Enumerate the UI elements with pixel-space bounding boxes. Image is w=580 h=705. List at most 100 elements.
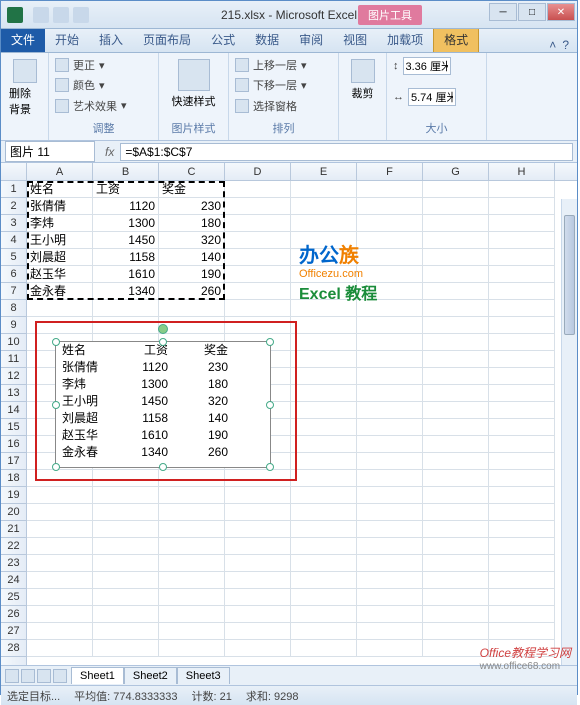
cell[interactable] <box>489 606 555 623</box>
cell[interactable] <box>225 300 291 317</box>
row-header[interactable]: 2 <box>1 198 26 215</box>
cell[interactable] <box>225 487 291 504</box>
save-icon[interactable] <box>33 7 49 23</box>
resize-handle-se[interactable] <box>266 463 274 471</box>
cell[interactable]: 1450 <box>93 232 159 249</box>
cell[interactable] <box>225 181 291 198</box>
width-input[interactable] <box>408 88 456 106</box>
row-header[interactable]: 28 <box>1 640 26 657</box>
row-header[interactable]: 16 <box>1 436 26 453</box>
row-header[interactable]: 9 <box>1 317 26 334</box>
fx-icon[interactable]: fx <box>105 145 114 159</box>
cell[interactable] <box>225 504 291 521</box>
cell[interactable] <box>225 589 291 606</box>
cell[interactable] <box>225 470 291 487</box>
close-button[interactable]: ✕ <box>547 3 575 21</box>
cell[interactable] <box>93 640 159 657</box>
cell[interactable] <box>489 436 555 453</box>
select-all-corner[interactable] <box>1 163 27 180</box>
cell[interactable] <box>27 589 93 606</box>
cell[interactable] <box>489 623 555 640</box>
cell[interactable] <box>489 470 555 487</box>
cell[interactable] <box>291 385 357 402</box>
scrollbar-thumb[interactable] <box>564 215 575 335</box>
cell[interactable] <box>357 351 423 368</box>
sheet-nav-prev[interactable] <box>21 669 35 683</box>
row-header[interactable]: 24 <box>1 572 26 589</box>
row-header[interactable]: 13 <box>1 385 26 402</box>
row-header[interactable]: 5 <box>1 249 26 266</box>
bring-forward-button[interactable]: 上移一层 ▾ <box>235 57 332 73</box>
row-header[interactable]: 14 <box>1 402 26 419</box>
row-header[interactable]: 21 <box>1 521 26 538</box>
cell[interactable] <box>489 317 555 334</box>
col-header[interactable]: A <box>27 163 93 180</box>
cell[interactable] <box>357 198 423 215</box>
sheet-nav-next[interactable] <box>37 669 51 683</box>
cell[interactable] <box>357 538 423 555</box>
resize-handle-sw[interactable] <box>52 463 60 471</box>
cell[interactable] <box>489 385 555 402</box>
cell[interactable] <box>27 521 93 538</box>
cell[interactable] <box>423 215 489 232</box>
cell[interactable] <box>423 317 489 334</box>
cell[interactable] <box>357 215 423 232</box>
cell[interactable] <box>489 198 555 215</box>
cell[interactable] <box>93 623 159 640</box>
sheet-nav-first[interactable] <box>5 669 19 683</box>
cell[interactable] <box>225 249 291 266</box>
resize-handle-ne[interactable] <box>266 338 274 346</box>
cell[interactable] <box>291 453 357 470</box>
cell[interactable]: 1300 <box>93 215 159 232</box>
cell[interactable] <box>423 249 489 266</box>
minimize-button[interactable]: ─ <box>489 3 517 21</box>
cell[interactable] <box>93 521 159 538</box>
row-header[interactable]: 20 <box>1 504 26 521</box>
col-header[interactable]: C <box>159 163 225 180</box>
cell[interactable] <box>225 317 291 334</box>
cell[interactable] <box>27 538 93 555</box>
cell[interactable] <box>225 572 291 589</box>
cell[interactable] <box>489 249 555 266</box>
tab-format[interactable]: 格式 <box>433 26 479 52</box>
cell[interactable] <box>225 555 291 572</box>
row-header[interactable]: 12 <box>1 368 26 385</box>
cell[interactable] <box>159 589 225 606</box>
cell[interactable] <box>291 487 357 504</box>
cell[interactable] <box>423 572 489 589</box>
cell[interactable] <box>357 640 423 657</box>
cell[interactable] <box>423 300 489 317</box>
cell[interactable] <box>489 402 555 419</box>
cell[interactable] <box>93 555 159 572</box>
cell[interactable] <box>159 555 225 572</box>
cells-area[interactable]: 姓名工资奖金张倩倩1120230李炜1300180王小明1450320刘晨超11… <box>27 181 577 665</box>
cell[interactable] <box>159 487 225 504</box>
cell[interactable] <box>423 623 489 640</box>
tab-file[interactable]: 文件 <box>1 27 45 52</box>
cell[interactable] <box>357 181 423 198</box>
maximize-button[interactable]: □ <box>518 3 546 21</box>
cell[interactable] <box>423 266 489 283</box>
cell[interactable]: 180 <box>159 215 225 232</box>
cell[interactable]: 1340 <box>93 283 159 300</box>
cell[interactable] <box>27 300 93 317</box>
row-header[interactable]: 18 <box>1 470 26 487</box>
cell[interactable] <box>159 623 225 640</box>
cell[interactable]: 230 <box>159 198 225 215</box>
cell[interactable] <box>357 555 423 572</box>
cell[interactable] <box>423 419 489 436</box>
cell[interactable] <box>423 470 489 487</box>
name-box[interactable]: 图片 11 <box>5 141 95 162</box>
cell[interactable] <box>27 317 93 334</box>
cell[interactable] <box>291 470 357 487</box>
row-header[interactable]: 7 <box>1 283 26 300</box>
cell[interactable] <box>291 402 357 419</box>
cell[interactable] <box>291 368 357 385</box>
cell[interactable]: 工资 <box>93 181 159 198</box>
cell[interactable]: 姓名 <box>27 181 93 198</box>
cell[interactable] <box>357 317 423 334</box>
cell[interactable] <box>291 419 357 436</box>
send-backward-button[interactable]: 下移一层 ▾ <box>235 77 332 93</box>
cell[interactable] <box>27 504 93 521</box>
cell[interactable] <box>489 334 555 351</box>
